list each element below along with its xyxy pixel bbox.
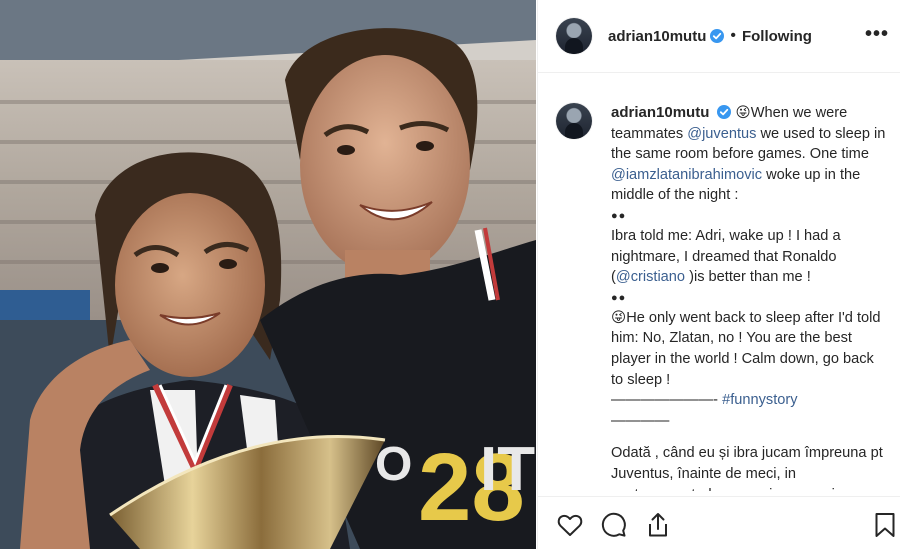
follow-status-button[interactable]: Following	[742, 28, 812, 45]
post-image: 28 IT O	[0, 0, 536, 549]
mention-zlatan[interactable]: @iamzlatanibrahimovic	[611, 167, 762, 183]
verified-badge-icon	[710, 29, 725, 43]
action-bar	[538, 496, 900, 550]
divider-line: ————	[611, 412, 670, 429]
more-options-icon[interactable]: •••	[865, 24, 889, 44]
divider-line: ———————-	[611, 392, 723, 409]
bookmark-icon[interactable]	[871, 511, 899, 539]
bullet-separator: ●●	[611, 209, 627, 222]
post-side-panel: adrian10mutu • Following ••• adrian10mut…	[537, 0, 900, 549]
separator-dot: •	[730, 27, 736, 44]
caption-username[interactable]: adrian10mutu	[611, 104, 709, 121]
caption-text: adrian10mutu 😜When we were teammates @ju…	[611, 103, 887, 491]
mention-cristiano[interactable]: @cristiano	[616, 269, 685, 285]
heart-icon[interactable]	[556, 511, 584, 539]
wink-emoji: 😜	[611, 309, 627, 326]
caption-para-4: Odată , când eu și ibra jucam împreuna p…	[611, 445, 883, 491]
shirt-text-right: IT	[480, 435, 535, 504]
comment-icon[interactable]	[600, 511, 628, 539]
caption-area: adrian10mutu 😜When we were teammates @ju…	[538, 73, 900, 491]
verified-badge-icon	[717, 105, 732, 119]
hashtag-funnystory[interactable]: #funnystory	[722, 392, 797, 408]
caption-avatar[interactable]	[556, 103, 592, 139]
share-icon[interactable]	[644, 511, 672, 539]
wink-emoji: 😜	[735, 105, 751, 121]
post-header: adrian10mutu • Following •••	[538, 0, 900, 73]
caption-para-2b: )is better than me !	[685, 269, 811, 286]
author-username[interactable]: adrian10mutu	[608, 28, 706, 45]
mention-juventus[interactable]: @juventus	[687, 126, 756, 142]
bullet-separator: ●●	[611, 291, 627, 304]
post-photo[interactable]: 28 IT O	[0, 0, 536, 549]
caption-para-3: He only went back to sleep after I'd tol…	[611, 309, 881, 388]
author-avatar[interactable]	[556, 18, 592, 54]
